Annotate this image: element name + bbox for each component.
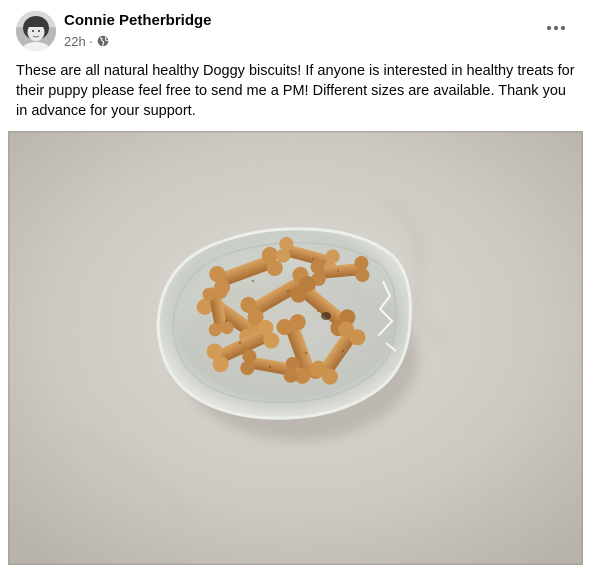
more-options-button[interactable]	[540, 14, 572, 42]
post-timestamp[interactable]: 22h	[64, 34, 86, 49]
dog-biscuits-photo	[8, 131, 583, 565]
avatar-photo	[16, 11, 56, 51]
meta-separator: ·	[88, 33, 94, 49]
post-photo[interactable]	[8, 131, 583, 565]
feed-post: Connie Petherbridge 22h · These are all …	[0, 0, 591, 565]
author-name[interactable]: Connie Petherbridge	[64, 12, 212, 29]
more-options-icon	[546, 25, 566, 31]
globe-icon[interactable]	[97, 35, 109, 47]
post-caption: These are all natural healthy Doggy bisc…	[16, 63, 575, 119]
post-meta: 22h ·	[64, 33, 109, 49]
author-avatar[interactable]	[16, 11, 56, 51]
